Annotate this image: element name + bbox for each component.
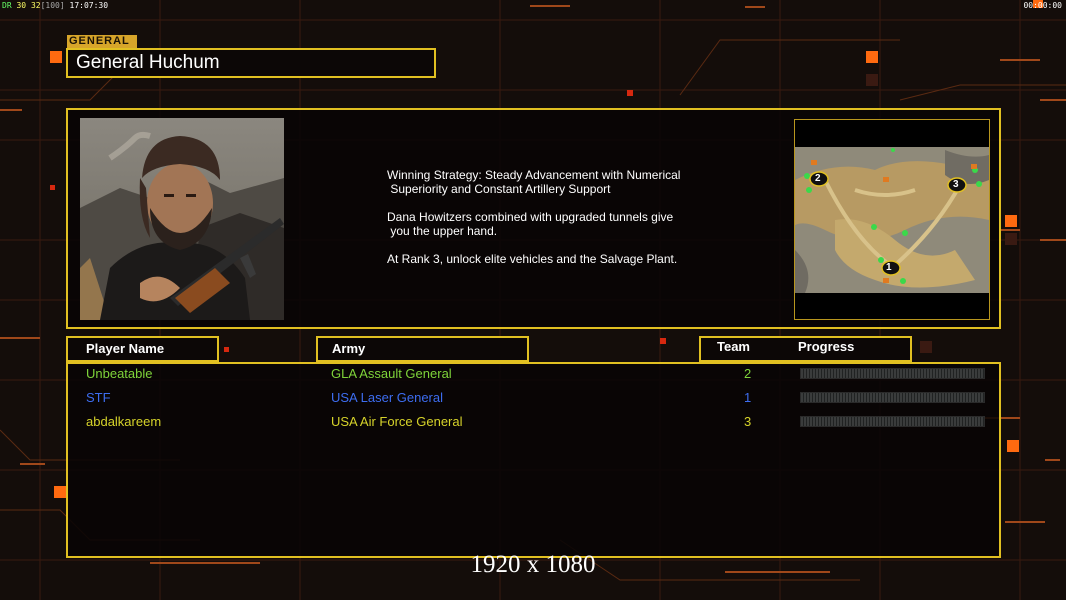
player-team: 1	[744, 390, 752, 405]
hud-frame: 32	[30, 1, 41, 10]
resolution-watermark: 1920 x 1080	[470, 551, 596, 578]
hud-debug-readout: DR 30 32[100] 17:07:30	[0, 0, 110, 11]
portrait-illustration	[80, 118, 284, 320]
hud-timer: 00:00:00	[1023, 1, 1062, 10]
player-army: USA Air Force General	[331, 414, 463, 429]
team-progress-header[interactable]: Team Progress	[699, 336, 912, 362]
player-army: GLA Assault General	[331, 366, 452, 381]
army-header-label: Army	[332, 341, 366, 356]
player-name: Unbeatable	[86, 366, 153, 381]
map-preview: 1 2 3	[794, 119, 990, 320]
player-army: USA Laser General	[331, 390, 444, 405]
hud-fps: 30	[16, 1, 27, 10]
player-row[interactable]: Unbeatable GLA Assault General 2	[0, 366, 1066, 386]
strategy-paragraph: Dana Howitzers combined with upgraded tu…	[387, 210, 674, 238]
player-team: 3	[744, 414, 752, 429]
player-progress-bar	[800, 416, 985, 427]
player-name: STF	[86, 390, 111, 405]
player-team: 2	[744, 366, 752, 381]
player-row[interactable]: STF USA Laser General 1	[0, 390, 1066, 410]
start-position-1: 1	[886, 262, 892, 273]
player-name-header-label: Player Name	[86, 341, 165, 356]
army-header[interactable]: Army	[316, 336, 529, 362]
strategy-paragraph: Winning Strategy: Steady Advancement wit…	[387, 168, 681, 196]
hud-clock: 17:07:30	[69, 1, 109, 10]
team-header-label: Team	[717, 339, 750, 354]
player-progress-bar	[800, 392, 985, 403]
player-row[interactable]: abdalkareem USA Air Force General 3	[0, 414, 1066, 434]
start-position-2: 2	[815, 173, 821, 184]
strategy-description: Winning Strategy: Steady Advancement wit…	[387, 168, 717, 280]
player-name-header[interactable]: Player Name	[66, 336, 219, 362]
hud-bracket: [100]	[40, 1, 65, 10]
general-name-title: General Huchum	[66, 48, 436, 78]
map-terrain	[795, 120, 989, 319]
general-tag-label: GENERAL	[67, 35, 137, 48]
player-progress-bar	[800, 368, 985, 379]
progress-header-label: Progress	[798, 339, 855, 354]
strategy-paragraph: At Rank 3, unlock elite vehicles and the…	[387, 252, 678, 266]
player-name: abdalkareem	[86, 414, 162, 429]
start-position-3: 3	[953, 179, 959, 190]
hud-prefix: DR	[2, 1, 12, 10]
general-portrait	[80, 118, 284, 320]
